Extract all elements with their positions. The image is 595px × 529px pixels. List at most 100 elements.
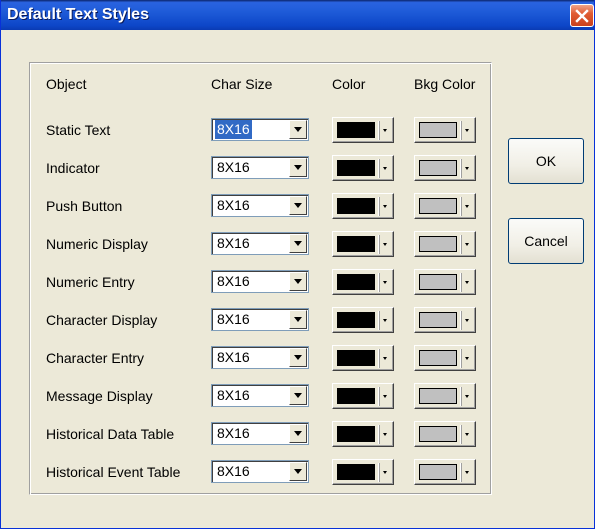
dropdown-arrow-icon[interactable] <box>461 235 471 254</box>
char-size-dropdown[interactable]: 8X16 <box>211 232 309 255</box>
bkg-color-picker[interactable] <box>414 383 476 409</box>
row-label: Push Button <box>46 198 123 214</box>
text-color-picker[interactable] <box>332 231 394 257</box>
char-size-dropdown[interactable]: 8X16 <box>211 194 309 217</box>
title-bar[interactable]: Default Text Styles <box>1 0 594 30</box>
header-color: Color <box>332 76 366 92</box>
bkg-color-picker[interactable] <box>414 117 476 143</box>
color-swatch <box>337 312 375 328</box>
color-swatch <box>419 274 457 290</box>
chevron-down-icon[interactable] <box>289 196 307 215</box>
bkg-color-picker[interactable] <box>414 307 476 333</box>
text-color-picker[interactable] <box>332 155 394 181</box>
char-size-value: 8X16 <box>217 463 250 479</box>
bkg-color-picker[interactable] <box>414 421 476 447</box>
char-size-value: 8X16 <box>217 387 250 403</box>
char-size-dropdown[interactable]: 8X16 <box>211 422 309 445</box>
close-x-icon <box>575 8 589 23</box>
text-color-picker[interactable] <box>332 459 394 485</box>
row-label: Numeric Display <box>46 236 148 252</box>
color-swatch <box>337 426 375 442</box>
dropdown-arrow-icon[interactable] <box>461 311 471 330</box>
color-swatch <box>419 198 457 214</box>
char-size-dropdown[interactable]: 8X16 <box>211 384 309 407</box>
chevron-down-icon[interactable] <box>289 234 307 253</box>
dropdown-arrow-icon[interactable] <box>379 273 389 292</box>
chevron-down-icon[interactable] <box>289 120 307 139</box>
char-size-value: 8X16 <box>215 120 252 139</box>
dropdown-arrow-icon[interactable] <box>461 121 471 140</box>
row-label: Message Display <box>46 388 153 404</box>
dropdown-arrow-icon[interactable] <box>461 425 471 444</box>
bkg-color-picker[interactable] <box>414 231 476 257</box>
chevron-down-icon[interactable] <box>289 386 307 405</box>
chevron-down-icon[interactable] <box>289 310 307 329</box>
row-label: Static Text <box>46 122 111 138</box>
text-color-picker[interactable] <box>332 193 394 219</box>
char-size-dropdown[interactable]: 8X16 <box>211 156 309 179</box>
bkg-color-picker[interactable] <box>414 193 476 219</box>
chevron-down-icon[interactable] <box>289 348 307 367</box>
color-swatch <box>337 464 375 480</box>
bkg-color-picker[interactable] <box>414 345 476 371</box>
window-title: Default Text Styles <box>7 6 149 23</box>
header-object: Object <box>46 76 87 92</box>
cancel-button[interactable]: Cancel <box>508 218 584 264</box>
color-swatch <box>419 350 457 366</box>
close-button[interactable] <box>570 4 594 27</box>
text-color-picker[interactable] <box>332 307 394 333</box>
bkg-color-picker[interactable] <box>414 269 476 295</box>
bkg-color-picker[interactable] <box>414 459 476 485</box>
text-color-picker[interactable] <box>332 345 394 371</box>
text-color-picker[interactable] <box>332 269 394 295</box>
chevron-down-icon[interactable] <box>289 424 307 443</box>
dropdown-arrow-icon[interactable] <box>461 387 471 406</box>
dropdown-arrow-icon[interactable] <box>379 387 389 406</box>
char-size-dropdown[interactable]: 8X16 <box>211 308 309 331</box>
dropdown-arrow-icon[interactable] <box>461 197 471 216</box>
char-size-value: 8X16 <box>217 197 250 213</box>
color-swatch <box>337 198 375 214</box>
char-size-dropdown[interactable]: 8X16 <box>211 118 309 141</box>
text-color-picker[interactable] <box>332 383 394 409</box>
dropdown-arrow-icon[interactable] <box>379 235 389 254</box>
header-bkg-color: Bkg Color <box>414 76 476 92</box>
dropdown-arrow-icon[interactable] <box>461 159 471 178</box>
bkg-color-picker[interactable] <box>414 155 476 181</box>
dialog-window: Default Text Styles Object Char Size Col… <box>0 0 595 529</box>
header-char-size: Char Size <box>211 76 273 92</box>
chevron-down-icon[interactable] <box>289 462 307 481</box>
char-size-value: 8X16 <box>217 273 250 289</box>
chevron-down-icon[interactable] <box>289 272 307 291</box>
color-swatch <box>337 388 375 404</box>
dropdown-arrow-icon[interactable] <box>379 349 389 368</box>
dropdown-arrow-icon[interactable] <box>379 463 389 482</box>
text-color-picker[interactable] <box>332 117 394 143</box>
char-size-dropdown[interactable]: 8X16 <box>211 346 309 369</box>
char-size-dropdown[interactable]: 8X16 <box>211 460 309 483</box>
color-swatch <box>419 464 457 480</box>
color-swatch <box>337 350 375 366</box>
char-size-value: 8X16 <box>217 425 250 441</box>
color-swatch <box>337 236 375 252</box>
char-size-dropdown[interactable]: 8X16 <box>211 270 309 293</box>
row-label: Numeric Entry <box>46 274 135 290</box>
color-swatch <box>337 160 375 176</box>
row-label: Character Display <box>46 312 158 328</box>
color-swatch <box>419 426 457 442</box>
char-size-value: 8X16 <box>217 311 250 327</box>
dropdown-arrow-icon[interactable] <box>379 425 389 444</box>
dropdown-arrow-icon[interactable] <box>379 121 389 140</box>
dropdown-arrow-icon[interactable] <box>461 349 471 368</box>
dropdown-arrow-icon[interactable] <box>379 159 389 178</box>
dropdown-arrow-icon[interactable] <box>379 311 389 330</box>
dropdown-arrow-icon[interactable] <box>461 463 471 482</box>
row-label: Character Entry <box>46 350 145 366</box>
color-swatch <box>419 388 457 404</box>
char-size-value: 8X16 <box>217 159 250 175</box>
chevron-down-icon[interactable] <box>289 158 307 177</box>
text-color-picker[interactable] <box>332 421 394 447</box>
dropdown-arrow-icon[interactable] <box>379 197 389 216</box>
ok-button[interactable]: OK <box>508 138 584 184</box>
dropdown-arrow-icon[interactable] <box>461 273 471 292</box>
